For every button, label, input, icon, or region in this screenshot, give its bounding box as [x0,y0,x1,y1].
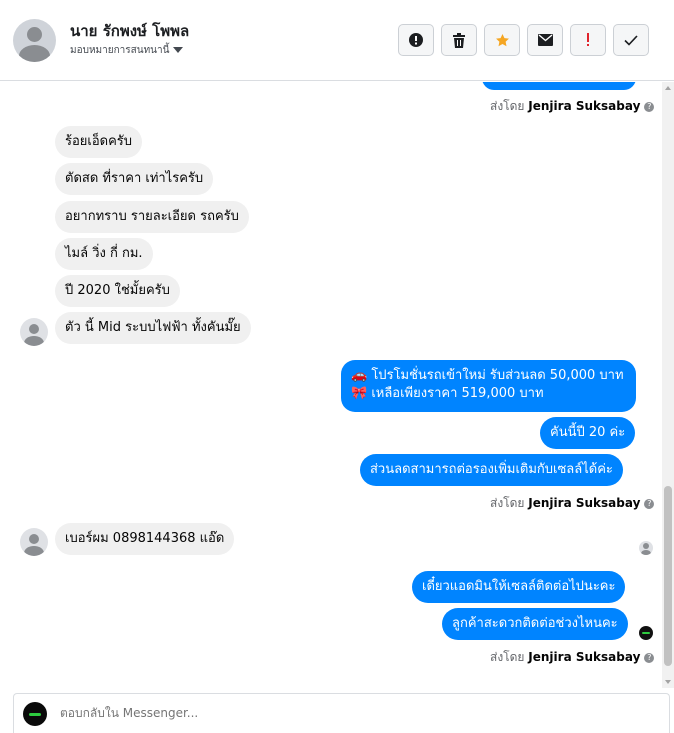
caret-down-icon [173,47,184,53]
outgoing-promo-message: 🚗 โปรโมชั่นรถเข้าใหม่ รับส่วนลด 50,000 บ… [341,360,636,412]
star-icon [495,33,509,46]
sent-by-label: ส่งโดย Jenjira Suksabay? [490,648,655,667]
outgoing-message-partial [482,82,636,90]
envelope-icon [537,34,553,46]
help-icon[interactable]: ? [644,498,655,509]
assign-conversation-dropdown[interactable]: มอบหมายการสนทนานี้ [70,43,184,58]
reply-composer [13,693,670,733]
outgoing-message: ส่วนลดสามารถต่อรองเพิ่มเติมกับเซลล์ได้ค่… [360,454,623,486]
sent-by-label: ส่งโดย Jenjira Suksabay? [490,494,655,513]
outgoing-message: คันนี้ปี 20 ค่ะ [540,417,636,449]
car-emoji-icon: 🚗 [351,368,368,383]
page-avatar-small [639,626,653,640]
contact-avatar-small [20,528,48,556]
incoming-message: ตัว นี้ Mid ระบบไฟฟ้า ทั้งคันมั๊ย [55,312,251,344]
contact-name[interactable]: นาย รักพงษ์ โพพล [70,19,189,43]
assign-label: มอบหมายการสนทนานี้ [70,45,170,56]
page-logo [23,702,47,726]
sent-by-label: ส่งโดย Jenjira Suksabay? [490,97,655,116]
star-button[interactable] [484,24,520,56]
incoming-message: อยากทราบ รายละเอียด รถครับ [55,201,249,233]
mark-spam-button[interactable] [398,24,434,56]
ribbon-emoji-icon: 🎀 [351,386,368,401]
read-receipt-avatar [639,541,653,555]
message-thread[interactable]: ส่งโดย Jenjira Suksabay? ร้อยเอ็ดครับ ตั… [0,82,662,688]
help-icon[interactable]: ? [644,652,655,663]
incoming-message: ปี 2020 ใช่มั้ยครับ [55,275,180,307]
outgoing-message: ลูกค้าสะดวกติดต่อช่วงไหนคะ [442,608,628,640]
incoming-message: เบอร์ผม 0898144368 แอ๊ด [55,523,235,555]
mark-done-button[interactable] [613,24,649,56]
exclamation-icon [587,33,589,46]
incoming-message: ตัดสด ที่ราคา เท่าไรครับ [55,163,214,195]
scroll-down-arrow-icon[interactable] [665,680,671,684]
trash-icon [453,32,465,48]
thread-scrollbar[interactable] [662,82,674,688]
check-icon [624,34,638,46]
scrollbar-thumb[interactable] [664,486,672,666]
contact-avatar-small [20,318,48,346]
incoming-message: ร้อยเอ็ดครับ [55,126,143,158]
incoming-message: ไมล์ วิ่ง กี่ กม. [55,238,153,270]
mark-unread-button[interactable] [527,24,563,56]
conversation-header: นาย รักพงษ์ โพพล มอบหมายการสนทนานี้ [0,0,674,81]
outgoing-message: เดี๋ยวแอดมินให้เซลล์ติดต่อไปนะคะ [412,571,626,603]
action-toolbar [398,24,649,56]
reply-input[interactable] [58,705,622,721]
contact-avatar[interactable] [13,19,56,62]
spam-icon [409,33,423,47]
delete-button[interactable] [441,24,477,56]
scroll-up-arrow-icon[interactable] [665,86,671,90]
help-icon[interactable]: ? [644,101,655,112]
follow-up-button[interactable] [570,24,606,56]
